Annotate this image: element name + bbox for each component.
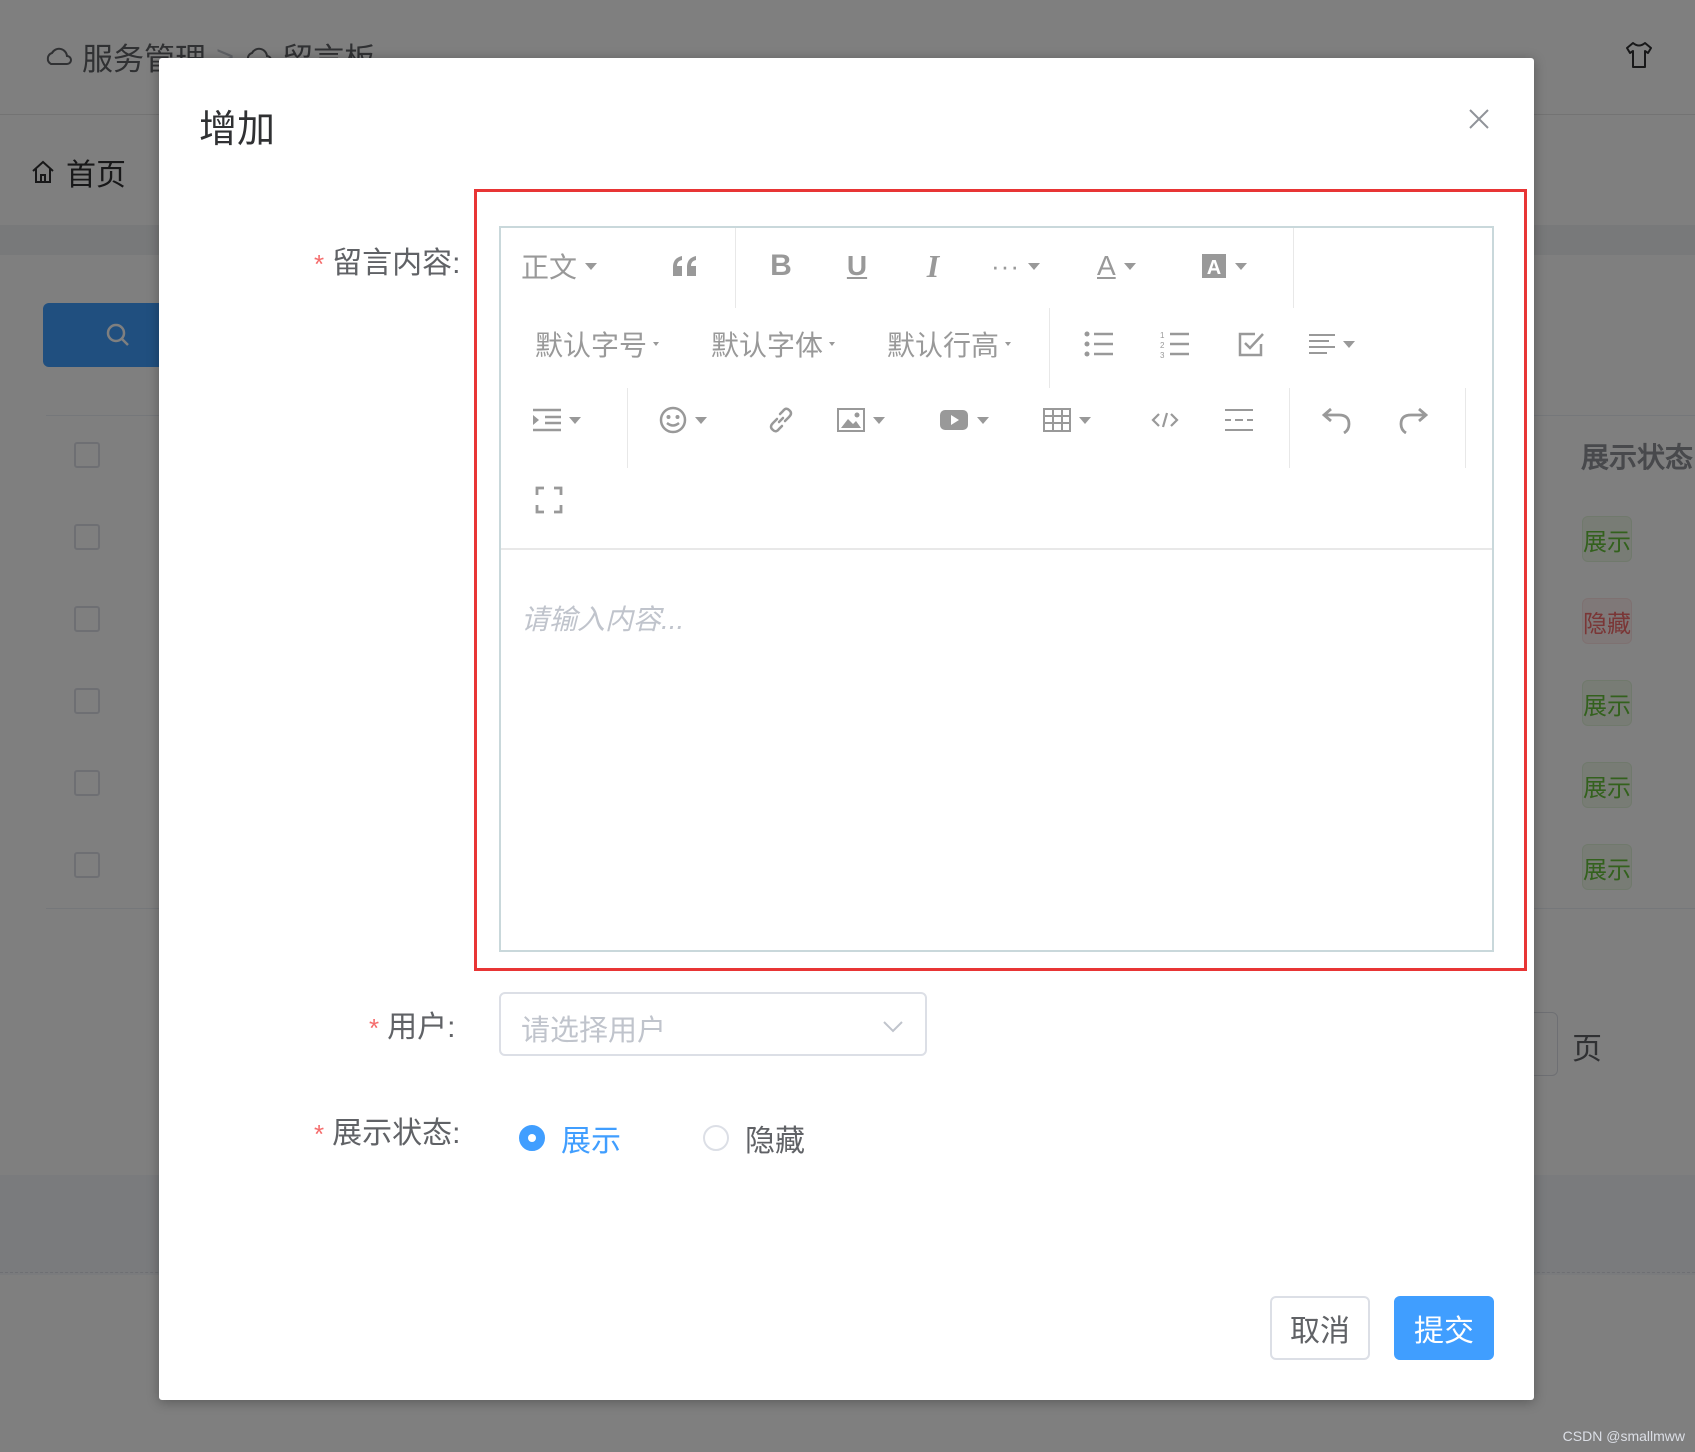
- heading-dropdown[interactable]: 正文: [521, 244, 598, 288]
- numbered-list-icon[interactable]: 123: [1157, 324, 1193, 364]
- dialog-title: 增加: [199, 109, 276, 151]
- indent-dropdown[interactable]: [533, 400, 581, 440]
- toolbar-divider: [1289, 388, 1290, 468]
- cancel-button[interactable]: 取消: [1270, 1296, 1370, 1360]
- add-dialog: 增加 * 留言内容: 正文 B U I ··· A A 默认字号 默认字体 默认行…: [159, 58, 1534, 1400]
- editor-text-area[interactable]: 请输入内容...: [501, 550, 1492, 950]
- video-icon[interactable]: [939, 400, 989, 440]
- radio-hide-indicator[interactable]: [703, 1125, 729, 1151]
- toolbar-divider: [735, 228, 736, 308]
- more-style-dropdown[interactable]: ···: [991, 244, 1040, 288]
- redo-icon[interactable]: [1395, 400, 1431, 440]
- chevron-down-icon: [883, 1021, 903, 1033]
- submit-button[interactable]: 提交: [1394, 1296, 1494, 1360]
- svg-text:3: 3: [1160, 351, 1165, 358]
- undo-icon[interactable]: [1319, 400, 1355, 440]
- align-dropdown[interactable]: [1309, 324, 1355, 364]
- font-family-dropdown[interactable]: 默认字体: [711, 322, 836, 366]
- svg-text:A: A: [1207, 257, 1221, 279]
- toolbar-divider: [627, 388, 628, 468]
- radio-show-label: 展示: [561, 1125, 621, 1158]
- fullscreen-icon[interactable]: [531, 480, 567, 520]
- code-block-icon[interactable]: [1147, 400, 1183, 440]
- svg-text:2: 2: [1160, 341, 1165, 350]
- font-size-dropdown[interactable]: 默认字号: [535, 322, 660, 366]
- radio-show[interactable]: 展示: [519, 1116, 621, 1160]
- content-label: * 留言内容:: [314, 247, 461, 280]
- user-select-placeholder: 请选择用户: [521, 1015, 667, 1047]
- link-icon[interactable]: [763, 400, 799, 440]
- background-color-dropdown[interactable]: A: [1201, 244, 1247, 288]
- bullet-list-icon[interactable]: [1081, 324, 1117, 364]
- divider-line-icon[interactable]: [1221, 400, 1257, 440]
- status-label: * 展示状态:: [314, 1117, 461, 1150]
- radio-hide-label: 隐藏: [745, 1125, 805, 1158]
- radio-show-indicator[interactable]: [519, 1125, 545, 1151]
- table-icon[interactable]: [1043, 400, 1091, 440]
- radio-hide[interactable]: 隐藏: [703, 1116, 805, 1160]
- user-label: * 用户:: [369, 1011, 456, 1044]
- italic-icon[interactable]: I: [915, 244, 951, 288]
- editor-placeholder: 请输入内容...: [521, 604, 685, 635]
- font-color-dropdown[interactable]: A: [1097, 244, 1136, 288]
- line-height-dropdown[interactable]: 默认行高: [887, 322, 1012, 366]
- watermark: CSDN @smallmww: [1562, 1428, 1685, 1444]
- image-icon[interactable]: [837, 400, 885, 440]
- underline-icon[interactable]: U: [839, 244, 875, 288]
- todo-checkbox-icon[interactable]: [1233, 324, 1269, 364]
- bold-icon[interactable]: B: [763, 244, 799, 288]
- close-icon[interactable]: [1464, 104, 1494, 134]
- editor-toolbar: 正文 B U I ··· A A 默认字号 默认字体 默认行高 123: [501, 228, 1492, 550]
- emoji-icon[interactable]: [659, 400, 707, 440]
- rich-text-editor: 正文 B U I ··· A A 默认字号 默认字体 默认行高 123 请输入内…: [499, 226, 1494, 952]
- toolbar-divider: [1293, 228, 1294, 308]
- svg-text:1: 1: [1160, 331, 1165, 340]
- user-select[interactable]: 请选择用户: [499, 992, 927, 1056]
- toolbar-divider: [1049, 308, 1050, 388]
- blockquote-icon[interactable]: [667, 244, 703, 288]
- toolbar-divider: [1465, 388, 1466, 468]
